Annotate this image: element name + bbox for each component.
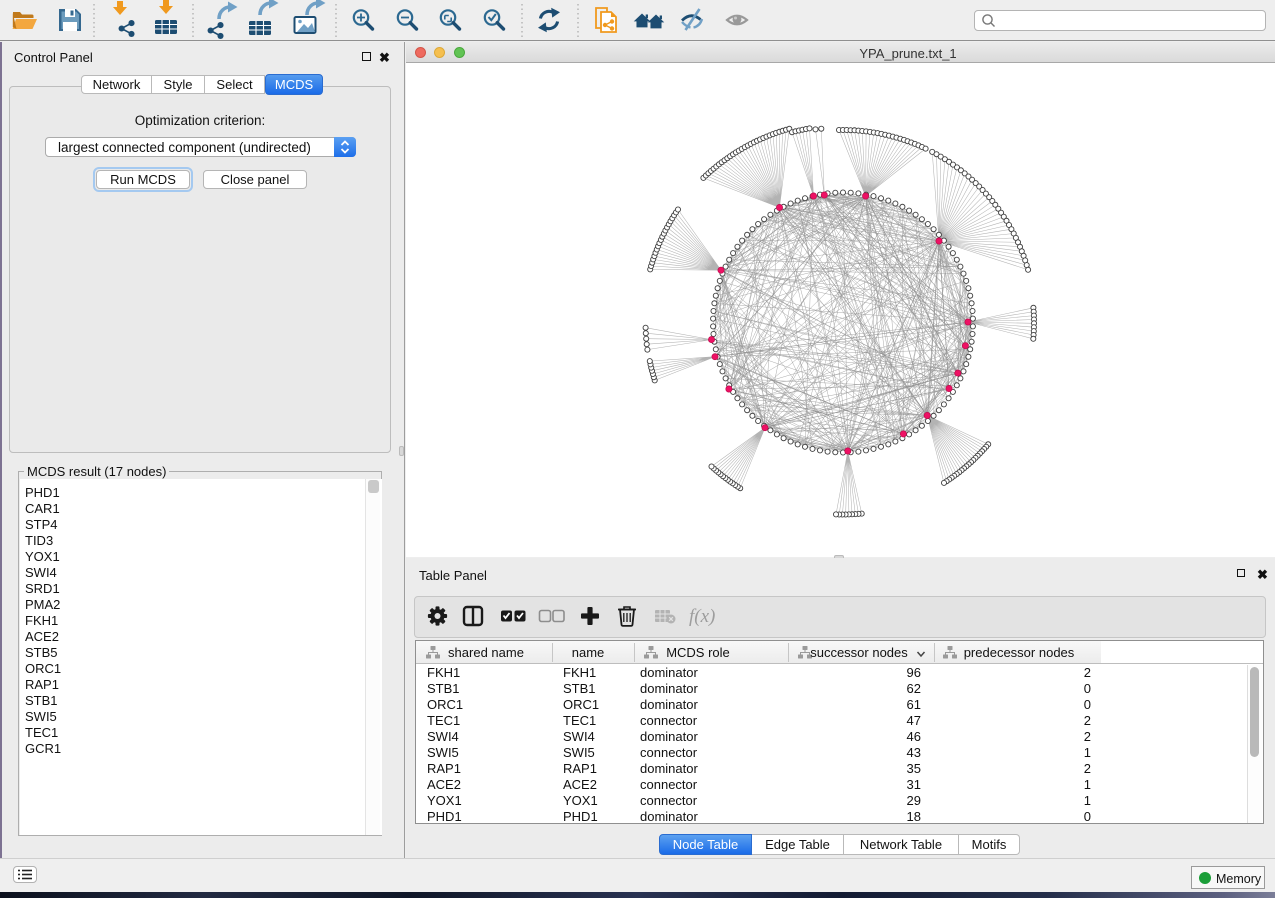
svg-text:f(x): f(x) (689, 606, 715, 627)
